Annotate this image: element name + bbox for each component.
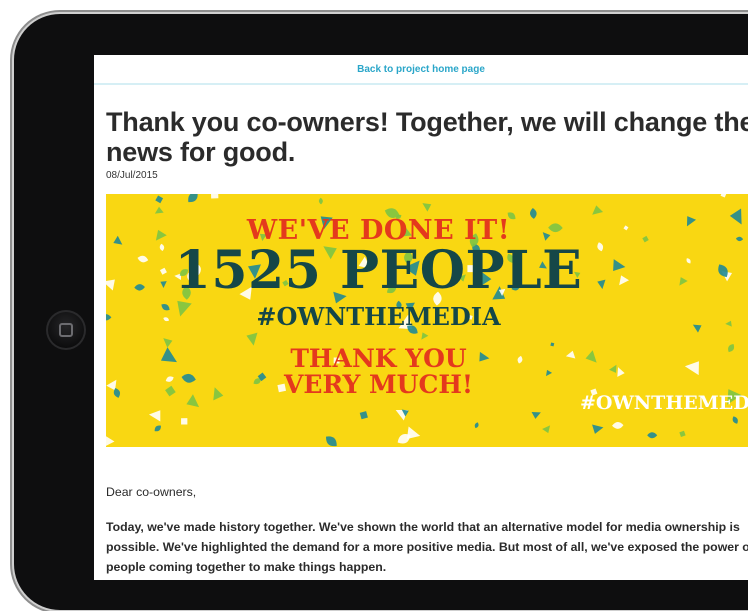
banner-line-thank-you: THANK YOU bbox=[290, 344, 467, 373]
home-button[interactable] bbox=[46, 310, 86, 350]
confetti-piece bbox=[592, 424, 604, 434]
greeting-text: Dear co-owners, bbox=[106, 485, 197, 499]
confetti-piece bbox=[725, 320, 732, 327]
confetti-piece bbox=[210, 194, 219, 199]
confetti-piece bbox=[728, 344, 735, 353]
confetti-piece bbox=[181, 418, 188, 425]
confetti-piece bbox=[729, 208, 742, 225]
confetti-piece bbox=[686, 258, 691, 264]
confetti-piece bbox=[326, 436, 337, 447]
confetti-piece bbox=[692, 324, 702, 333]
thank-you-banner-image: WE'VE DONE IT! 1525 PEOPLE #OWNTHEMEDIA … bbox=[106, 194, 748, 447]
confetti-piece bbox=[188, 194, 198, 203]
confetti-piece bbox=[647, 432, 658, 439]
confetti-piece bbox=[735, 236, 744, 242]
confetti-piece bbox=[542, 425, 551, 434]
post-header: Thank you co-owners! Together, we will c… bbox=[94, 85, 748, 447]
confetti-piece bbox=[106, 435, 115, 447]
square-icon bbox=[59, 323, 73, 337]
post-title: Thank you co-owners! Together, we will c… bbox=[106, 107, 748, 167]
confetti-piece bbox=[246, 332, 258, 346]
confetti-piece bbox=[474, 422, 479, 429]
confetti-piece bbox=[155, 195, 164, 204]
banner-line-people: 1525 PEOPLE bbox=[174, 240, 583, 301]
banner-line-very-much: VERY MUCH! bbox=[284, 370, 473, 399]
confetti-piece bbox=[684, 361, 699, 376]
tablet-screen: Back to project home page Thank you co-o… bbox=[94, 55, 748, 580]
confetti-piece bbox=[732, 416, 738, 424]
top-nav-bar: Back to project home page bbox=[94, 55, 748, 85]
banner-corner-hashtag: #OWNTHEMEDIA bbox=[580, 392, 748, 414]
confetti-piece bbox=[148, 410, 161, 422]
banner-line-hashtag: #OWNTHEMEDIA bbox=[256, 302, 501, 331]
confetti-piece bbox=[679, 277, 688, 286]
back-to-project-link[interactable]: Back to project home page bbox=[357, 64, 485, 75]
confetti-piece bbox=[421, 332, 429, 340]
confetti-piece bbox=[531, 411, 541, 419]
confetti-piece bbox=[154, 206, 164, 214]
body-paragraph: Today, we've made history together. We'v… bbox=[106, 520, 748, 574]
confetti-piece bbox=[422, 203, 432, 212]
confetti-piece bbox=[359, 411, 368, 420]
post-date: 08/Jul/2015 bbox=[106, 170, 158, 181]
confetti-piece bbox=[679, 430, 686, 437]
confetti-piece bbox=[592, 205, 604, 215]
post-body: Dear co-owners, Today, we've made histor… bbox=[94, 447, 748, 577]
confetti-piece bbox=[720, 194, 727, 198]
confetti-piece bbox=[612, 422, 624, 429]
confetti-piece bbox=[318, 197, 323, 205]
confetti-piece bbox=[154, 425, 161, 432]
confetti-piece bbox=[686, 216, 697, 227]
